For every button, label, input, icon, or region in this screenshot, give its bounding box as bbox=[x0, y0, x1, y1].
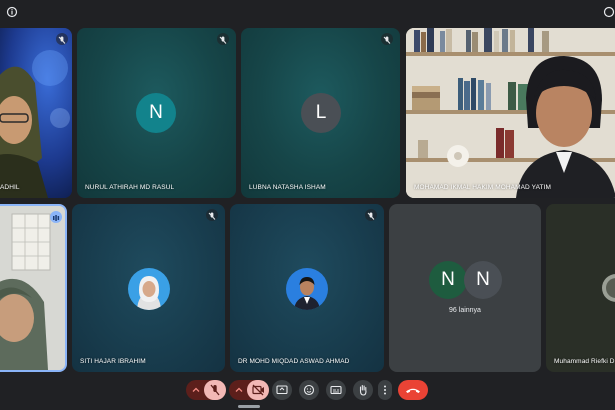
avatar: N bbox=[429, 261, 467, 299]
others-tile[interactable]: N N 96 lainnya bbox=[389, 204, 541, 372]
avatar: N bbox=[136, 93, 176, 133]
raise-hand-button[interactable] bbox=[353, 380, 373, 400]
participant-name: SITI HAJAR IBRAHIM bbox=[80, 358, 146, 365]
camera-off-button[interactable] bbox=[247, 380, 269, 400]
participant-video bbox=[546, 204, 615, 372]
participant-tile-siti[interactable]: SITI HAJAR IBRAHIM bbox=[72, 204, 225, 372]
participant-tile-miqdad[interactable]: DR MOHD MIQDAD ASWAD AHMAD bbox=[230, 204, 384, 372]
participant-name: LUBNA NATASHA ISHAM bbox=[249, 184, 326, 191]
self-view-icon[interactable] bbox=[603, 6, 615, 18]
participant-video bbox=[0, 206, 65, 370]
mic-off-icon bbox=[381, 33, 393, 45]
present-screen-button[interactable] bbox=[272, 380, 292, 400]
mic-off-icon bbox=[206, 209, 218, 221]
chevron-up-icon[interactable] bbox=[190, 384, 202, 396]
participant-tile-nurul[interactable]: N NURUL ATHIRAH MD RASUL bbox=[77, 28, 236, 198]
top-bar bbox=[0, 0, 615, 26]
info-icon[interactable] bbox=[6, 6, 18, 18]
avatar: N bbox=[464, 261, 502, 299]
others-count: 96 lainnya bbox=[449, 307, 481, 314]
captions-button[interactable] bbox=[326, 380, 346, 400]
meeting-controls bbox=[0, 380, 615, 400]
participant-name: MOHAMAD IKMAL HAKIM MOHAMAD YATIM bbox=[414, 184, 552, 191]
mic-off-icon bbox=[365, 209, 377, 221]
emoji-icon bbox=[303, 384, 315, 396]
speaking-indicator-icon bbox=[50, 211, 62, 223]
participant-name: NURUL ATHIRAH MD RASUL bbox=[85, 184, 175, 191]
participant-video bbox=[0, 28, 72, 198]
camera-control-group bbox=[229, 380, 269, 400]
emoji-button[interactable] bbox=[299, 380, 319, 400]
mic-off-icon bbox=[56, 33, 68, 45]
camera-off-icon bbox=[252, 384, 264, 396]
participant-tile-ikmal[interactable]: MOHAMAD IKMAL HAKIM MOHAMAD YATIM bbox=[406, 28, 615, 198]
participant-video bbox=[406, 28, 615, 198]
participant-tile-riefki[interactable]: Muhammad Riefki D bbox=[546, 204, 615, 372]
mic-off-icon bbox=[217, 33, 229, 45]
more-options-button[interactable] bbox=[378, 380, 392, 400]
leave-call-button[interactable] bbox=[398, 380, 428, 400]
avatar bbox=[128, 268, 170, 310]
taskbar-indicator bbox=[238, 405, 260, 408]
mic-control-group bbox=[186, 380, 226, 400]
participant-tile-active-speaker[interactable] bbox=[0, 204, 67, 372]
participant-name: ADHIL bbox=[0, 184, 20, 191]
participant-tile-adhil[interactable]: ADHIL bbox=[0, 28, 72, 198]
more-options-icon bbox=[384, 385, 386, 395]
mic-off-button[interactable] bbox=[204, 380, 226, 400]
mic-off-icon bbox=[210, 384, 220, 396]
present-screen-icon bbox=[276, 385, 288, 395]
participant-name: DR MOHD MIQDAD ASWAD AHMAD bbox=[238, 358, 350, 365]
participant-name: Muhammad Riefki D bbox=[554, 358, 615, 365]
chevron-up-icon[interactable] bbox=[233, 384, 245, 396]
participant-tile-lubna[interactable]: L LUBNA NATASHA ISHAM bbox=[241, 28, 400, 198]
raise-hand-icon bbox=[359, 384, 367, 396]
captions-icon bbox=[330, 385, 342, 395]
leave-call-icon bbox=[406, 388, 420, 393]
avatar: L bbox=[301, 93, 341, 133]
avatar bbox=[286, 268, 328, 310]
